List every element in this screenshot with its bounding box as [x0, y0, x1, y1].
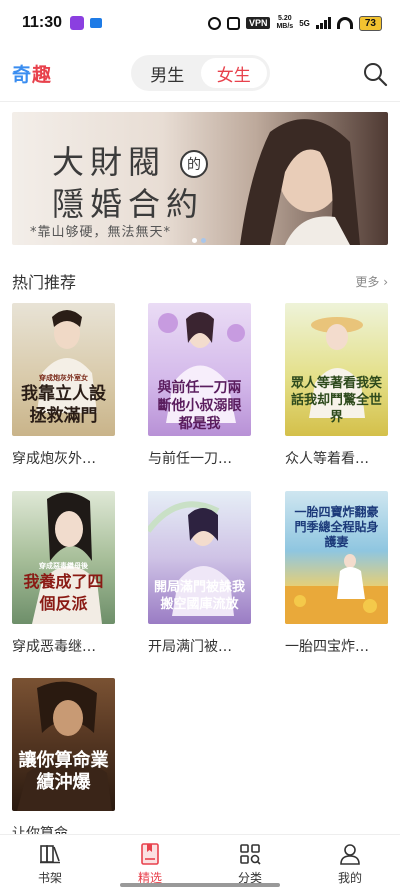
- search-icon[interactable]: [362, 61, 388, 87]
- cover-title: 讓你算命業績沖爆: [18, 750, 109, 793]
- book-cover[interactable]: 穿成炮灰外室女 我靠立人設拯救滿門: [12, 303, 115, 436]
- nav-item-category[interactable]: 分类: [200, 835, 300, 889]
- book-card[interactable]: 眾人等著看我笑話我却鬥驚全世界 众人等着看…: [285, 303, 388, 468]
- app-notification-icon: [70, 16, 85, 30]
- pager-dot-active: [201, 238, 206, 243]
- book-title[interactable]: 一胎四宝炸…: [285, 636, 388, 656]
- battery-level: 73: [358, 15, 382, 31]
- status-bar: 11:30 VPN 5.20 MB/s 5G 73: [0, 0, 400, 46]
- network-type: 5G: [299, 18, 310, 28]
- more-link[interactable]: 更多 ›: [355, 273, 388, 290]
- section-title: 热门推荐: [12, 273, 77, 292]
- book-card[interactable]: 一胎四寶炸翻豪門季總全程貼身護妻 一胎四宝炸…: [285, 491, 388, 656]
- home-indicator[interactable]: [120, 883, 280, 887]
- book-cover[interactable]: 一胎四寶炸翻豪門季總全程貼身護妻: [285, 491, 388, 624]
- cover-subtitle: 穿成炮灰外室女: [39, 373, 88, 382]
- banner-title-line1: 大財閥: [52, 143, 167, 181]
- featured-book-icon: [141, 843, 159, 865]
- logo-part1: 奇: [12, 64, 33, 86]
- status-time: 11:30: [22, 14, 63, 31]
- book-card[interactable]: 穿成炮灰外室女 我靠立人設拯救滿門 穿成炮灰外…: [12, 303, 115, 468]
- network-speed: 5.20 MB/s: [276, 15, 293, 31]
- banner-title-de: 的: [180, 150, 208, 178]
- tab-female[interactable]: 女生: [200, 58, 267, 88]
- book-cover[interactable]: 與前任一刀兩斷他小叔溺眼都是我: [148, 303, 251, 436]
- book-title[interactable]: 穿成恶毒继…: [12, 636, 115, 656]
- speed-value: 5.20: [278, 15, 292, 22]
- nav-item-featured[interactable]: 精选: [100, 835, 200, 889]
- book-card[interactable]: 讓你算命業績沖爆 让你算命…: [12, 678, 115, 843]
- speed-unit: MB/s: [276, 23, 294, 30]
- book-title[interactable]: 与前任一刀…: [148, 448, 251, 468]
- top-header: 奇趣 男生 女生: [0, 46, 400, 102]
- alarm-icon: [207, 16, 221, 30]
- cover-title: 眾人等著看我笑話我却鬥驚全世界: [291, 376, 383, 425]
- cover-title: 與前任一刀兩斷他小叔溺眼都是我: [157, 380, 242, 432]
- cover-title: 我養成了四個反派: [23, 572, 104, 613]
- book-title[interactable]: 开局满门被…: [148, 636, 251, 656]
- banner-title-line2: 隱婚合約: [52, 185, 205, 223]
- wifi-icon: [336, 17, 353, 29]
- status-icons: VPN 5.20 MB/s 5G 73: [207, 15, 382, 31]
- book-card[interactable]: 穿成惡毒繼母後 我養成了四個反派 穿成恶毒继…: [12, 491, 115, 656]
- banner-tagline: *靠山够硬，無法無天*: [30, 225, 172, 240]
- profile-icon: [340, 844, 360, 865]
- bottom-nav: 书架 精选 分类 我的: [0, 834, 400, 889]
- cover-title: 我靠立人設拯救滿門: [21, 384, 106, 426]
- pager-dot: [192, 238, 197, 243]
- tab-male[interactable]: 男生: [134, 58, 201, 88]
- book-title[interactable]: 众人等着看…: [285, 448, 388, 468]
- book-cover[interactable]: 眾人等著看我笑話我却鬥驚全世界: [285, 303, 388, 436]
- cover-title: 開局滿門被誅我搬空國庫流放: [154, 580, 246, 612]
- signal-icon: [315, 17, 331, 29]
- vpn-badge: VPN: [245, 17, 271, 29]
- book-cover[interactable]: 穿成惡毒繼母後 我養成了四個反派: [12, 491, 115, 624]
- nav-label-bookshelf: 书架: [37, 871, 62, 885]
- cover-title: 一胎四寶炸翻豪門季總全程貼身護妻: [294, 505, 379, 549]
- category-grid-icon: [240, 844, 261, 865]
- banner-portrait-image: [240, 119, 360, 245]
- book-cover[interactable]: 開局滿門被誅我搬空國庫流放: [148, 491, 251, 624]
- book-card[interactable]: 與前任一刀兩斷他小叔溺眼都是我 与前任一刀…: [148, 303, 251, 468]
- app-logo: 奇趣: [12, 60, 52, 87]
- banner-pager-dots: [192, 238, 206, 243]
- gender-switch: 男生 女生: [131, 55, 270, 91]
- bookshelf-icon: [40, 845, 60, 864]
- book-title[interactable]: 穿成炮灰外…: [12, 448, 115, 468]
- logo-part2: 趣: [32, 64, 53, 86]
- book-card[interactable]: 開局滿門被誅我搬空國庫流放 开局满门被…: [148, 491, 251, 656]
- message-notification-icon: [90, 18, 103, 28]
- hot-recommend-header: 热门推荐 更多 ›: [12, 266, 388, 296]
- book-cover[interactable]: 讓你算命業績沖爆: [12, 678, 115, 811]
- cover-subtitle: 穿成惡毒繼母後: [39, 561, 88, 570]
- mute-icon: [226, 16, 240, 30]
- nav-item-profile[interactable]: 我的: [300, 835, 400, 889]
- promo-banner[interactable]: 大財閥 的 隱婚合約 *靠山够硬，無法無天*: [12, 112, 388, 245]
- nav-item-bookshelf[interactable]: 书架: [0, 835, 100, 889]
- nav-label-profile: 我的: [337, 871, 362, 885]
